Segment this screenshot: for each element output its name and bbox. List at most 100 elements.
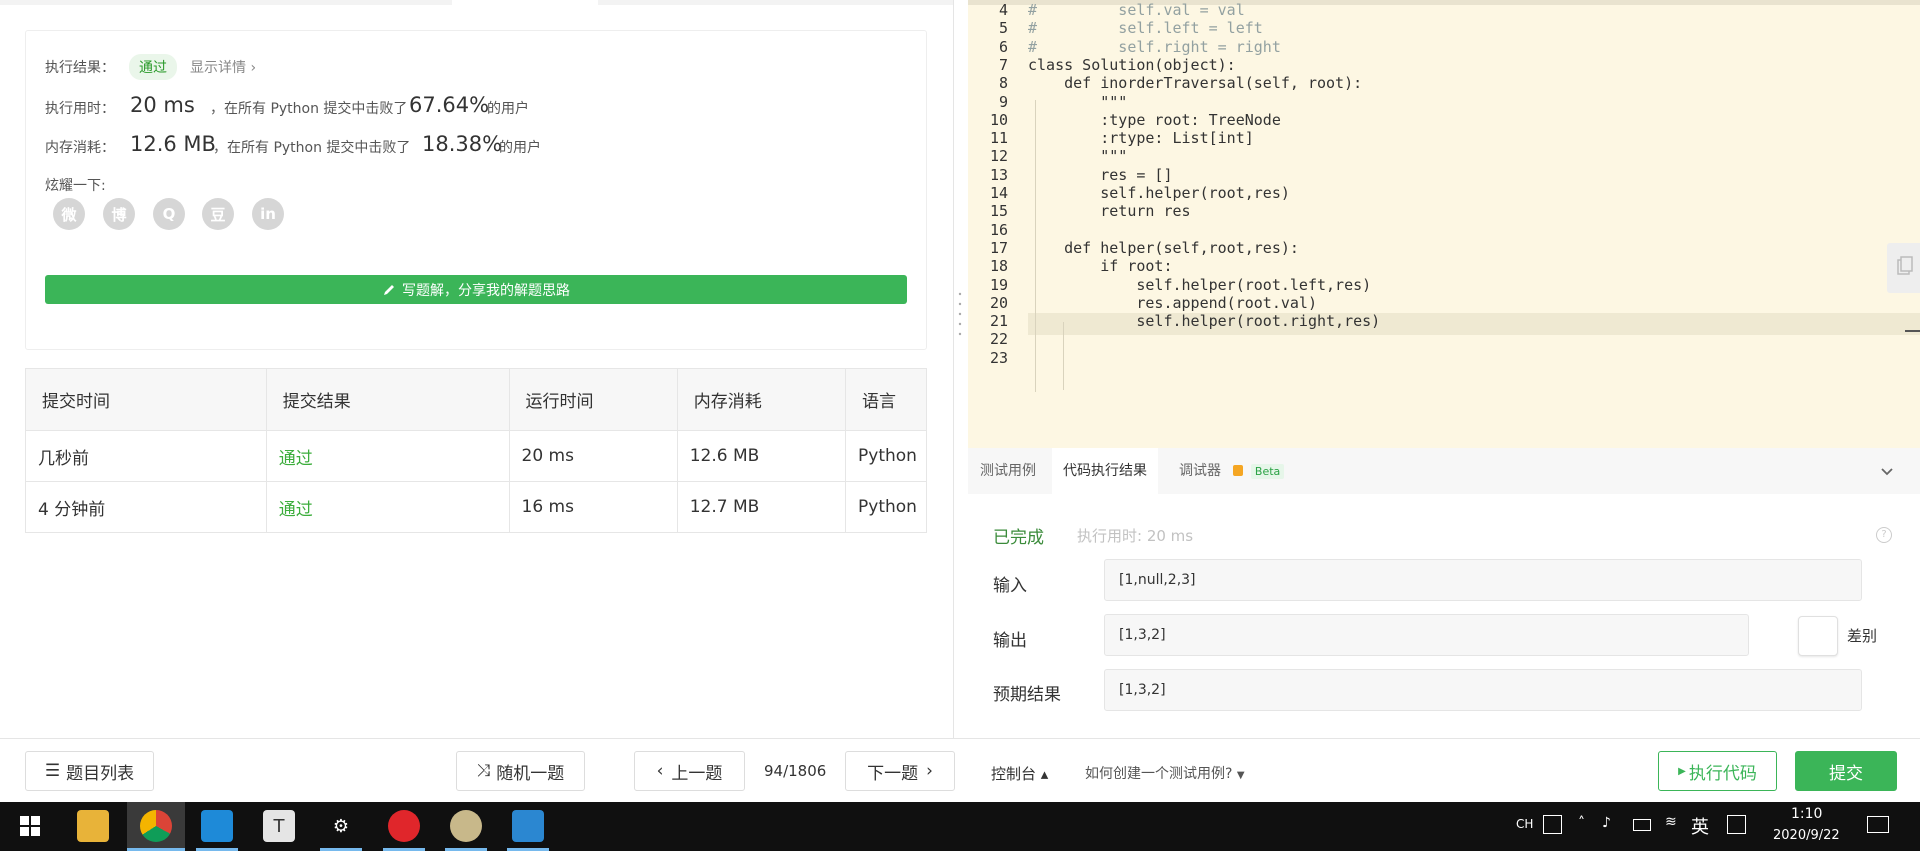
header-language[interactable]: 语言 [845,368,927,431]
app-moon-icon[interactable] [450,810,482,842]
code-line[interactable]: """ [1028,147,1127,165]
code-line[interactable]: """ [1028,93,1127,111]
random-problem-label: 随机一题 [496,763,565,784]
wifi-icon[interactable]: ≋ [1665,814,1677,830]
line-number: 20 [989,293,1008,312]
clock-time[interactable]: 1:10 [1791,806,1822,822]
line-number: 23 [989,348,1008,367]
line-number: 4 [998,1,1008,19]
code-line[interactable]: # self.right = right [1028,38,1281,56]
tab-run-result[interactable]: 代码执行结果 [1052,448,1158,494]
linkedin-icon[interactable]: in [252,198,284,230]
run-status: 已完成 [993,528,1044,548]
table-row[interactable]: 几秒前 通过 20 ms 12.6 MB Python [25,430,927,482]
code-line[interactable]: :type root: TreeNode [1028,111,1281,129]
cell-result-link[interactable]: 通过 [265,481,510,533]
header-memory[interactable]: 内存消耗 [676,368,847,431]
cell-time: 4 分钟前 [25,481,267,533]
output-field: [1,3,2] [1104,614,1749,656]
write-solution-button[interactable]: 写题解，分享我的解题思路 [45,275,907,304]
notification-icon[interactable] [1867,816,1889,833]
code-line[interactable]: return res [1028,202,1190,220]
code-line[interactable]: self.helper(root.left,res) [1028,276,1371,294]
file-explorer-icon[interactable] [77,810,109,842]
line-number: 22 [989,330,1008,349]
code-line[interactable]: def helper(self,root,res): [1028,239,1299,257]
code-line[interactable]: if root: [1028,257,1172,275]
run-code-button[interactable]: ▶ 执行代码 [1658,751,1777,791]
speaker-icon[interactable]: ♪ [1602,815,1611,831]
chevron-up-icon[interactable]: ˄ [1578,815,1585,831]
submissions-table: 提交时间 提交结果 运行时间 内存消耗 语言 几秒前 通过 20 ms 12.6… [25,368,927,533]
tab-debugger[interactable]: 调试器 Beta [1179,448,1285,494]
settings-gear-icon[interactable]: ⚙ [325,810,357,842]
time-tail-text: 的用户 [487,101,529,117]
wechat-icon[interactable]: 微 [53,198,85,230]
line-number: 8 [998,74,1008,93]
problem-list-button[interactable]: ☰ 题目列表 [25,751,154,791]
howto-testcase-link[interactable]: 如何创建一个测试用例? ▼ [1085,763,1245,783]
prev-problem-button[interactable]: ‹ 上一题 [634,751,745,791]
clock-date[interactable]: 2020/9/22 [1773,828,1840,843]
vscode-icon[interactable] [201,810,233,842]
code-lines[interactable]: 4 # self.val = val 5 # self.left = left 6 # s… [968,0,1920,448]
details-link[interactable]: 显示详情 › [190,57,256,77]
code-line[interactable]: res.append(root.val) [1028,294,1317,312]
diff-label: 差别 [1847,627,1878,645]
line-number: 5 [998,19,1008,38]
code-line[interactable]: class Solution(object): [1028,56,1236,74]
random-problem-button[interactable]: ⤨ 随机一题 [456,751,585,791]
cell-result-link[interactable]: 通过 [265,430,510,482]
line-number: 7 [998,55,1008,74]
submit-button[interactable]: 提交 [1795,751,1897,791]
write-solution-label: 写题解，分享我的解题思路 [402,282,570,299]
tab-testcase[interactable]: 测试用例 [980,448,1036,494]
console-toggle[interactable]: 控制台 ▴ [991,763,1048,784]
windows-start-icon[interactable] [14,810,46,842]
code-line[interactable]: self.helper(root,res) [1028,184,1290,202]
code-line[interactable]: # self.val = val [1028,1,1245,19]
cell-time: 几秒前 [25,430,267,482]
problem-page-counter: 94/1806 [764,762,827,780]
line-number: 18 [989,257,1008,276]
copy-icon[interactable] [1887,243,1920,293]
diff-toggle[interactable] [1798,616,1838,656]
ime-mode-indicator[interactable]: 英 [1691,813,1709,839]
keyboard-grid-icon[interactable] [1727,815,1746,834]
panel-splitter[interactable] [958,290,962,350]
cell-runtime: 16 ms [508,481,678,533]
header-runtime[interactable]: 运行时间 [508,368,678,431]
code-line[interactable]: def inorderTraversal(self, root): [1028,74,1362,92]
bottom-bar: ☰ 题目列表 ⤨ 随机一题 ‹ 上一题 94/1806 下一题 › 控制台 ▴ … [0,738,1920,803]
status-badge: 通过 [129,54,177,80]
netease-music-icon[interactable] [388,810,420,842]
code-line[interactable]: :rtype: List[int] [1028,129,1254,147]
ime-indicator[interactable]: CH [1516,817,1533,831]
memory-mid-text: ，在所有 Python 提交中击败了 [213,140,411,156]
typora-icon[interactable]: T [263,810,295,842]
code-line[interactable]: res = [] [1028,166,1172,184]
header-time[interactable]: 提交时间 [25,368,267,431]
header-result[interactable]: 提交结果 [265,368,510,431]
drag-handle-icon [958,292,962,336]
douban-icon[interactable]: 豆 [202,198,234,230]
ime-grid-icon[interactable] [1543,815,1562,834]
qq-icon[interactable]: Q [153,198,185,230]
shuffle-icon: ⤨ [476,761,491,781]
help-icon[interactable]: ? [1876,527,1892,543]
lock-icon [1233,465,1244,476]
clipboard-icon [1897,256,1913,275]
battery-icon[interactable] [1633,819,1651,831]
code-line[interactable]: # self.left = left [1028,19,1263,37]
exec-time: 执行用时: 20 ms [1077,527,1194,545]
next-problem-button[interactable]: 下一题 › [845,751,955,791]
photos-icon[interactable] [512,810,544,842]
table-row[interactable]: 4 分钟前 通过 16 ms 12.7 MB Python [25,481,927,533]
chrome-icon[interactable] [140,810,172,842]
indent-guide [1063,322,1064,390]
input-field[interactable]: [1,null,2,3] [1104,559,1862,601]
console-panel: 已完成 执行用时: 20 ms ? 输入 [1,null,2,3] 输出 [1,… [968,494,1920,738]
collapse-chevron-icon[interactable] [1878,462,1896,480]
code-line[interactable]: self.helper(root.right,res) [1028,312,1380,330]
weibo-icon[interactable]: 博 [103,198,135,230]
